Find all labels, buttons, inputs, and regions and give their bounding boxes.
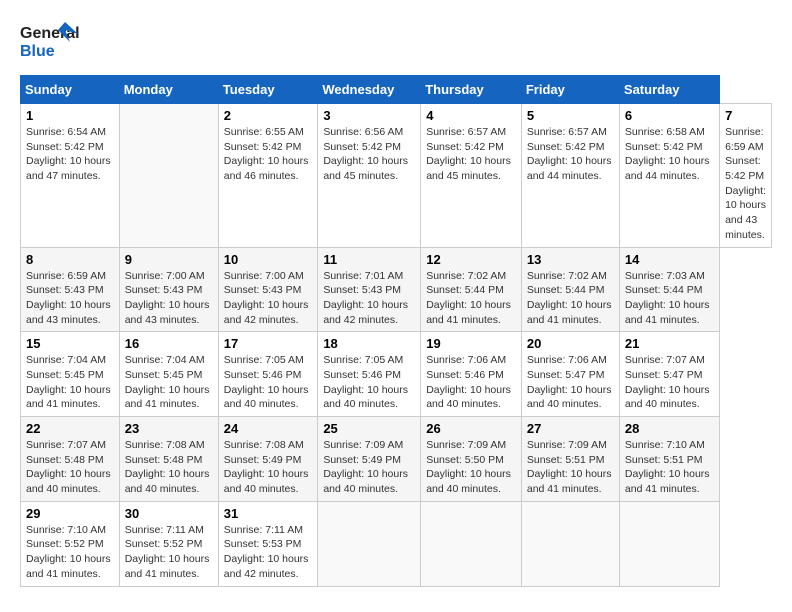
table-row [619,501,719,586]
table-row: 1Sunrise: 6:54 AM Sunset: 5:42 PM Daylig… [21,104,120,248]
page-header: GeneralBlue [20,20,772,65]
svg-text:Blue: Blue [20,43,55,60]
calendar-week-2: 8Sunrise: 6:59 AM Sunset: 5:43 PM Daylig… [21,247,772,332]
table-row: 10Sunrise: 7:00 AM Sunset: 5:43 PM Dayli… [218,247,318,332]
table-row: 15Sunrise: 7:04 AM Sunset: 5:45 PM Dayli… [21,332,120,417]
table-row: 14Sunrise: 7:03 AM Sunset: 5:44 PM Dayli… [619,247,719,332]
calendar-week-3: 15Sunrise: 7:04 AM Sunset: 5:45 PM Dayli… [21,332,772,417]
table-row: 4Sunrise: 6:57 AM Sunset: 5:42 PM Daylig… [421,104,522,248]
col-header-saturday: Saturday [619,76,719,104]
col-header-tuesday: Tuesday [218,76,318,104]
table-row: 5Sunrise: 6:57 AM Sunset: 5:42 PM Daylig… [521,104,619,248]
table-row [119,104,218,248]
table-row: 21Sunrise: 7:07 AM Sunset: 5:47 PM Dayli… [619,332,719,417]
table-row: 27Sunrise: 7:09 AM Sunset: 5:51 PM Dayli… [521,417,619,502]
calendar-table: SundayMondayTuesdayWednesdayThursdayFrid… [20,75,772,587]
table-row [421,501,522,586]
col-header-monday: Monday [119,76,218,104]
table-row: 16Sunrise: 7:04 AM Sunset: 5:45 PM Dayli… [119,332,218,417]
table-row: 17Sunrise: 7:05 AM Sunset: 5:46 PM Dayli… [218,332,318,417]
table-row: 25Sunrise: 7:09 AM Sunset: 5:49 PM Dayli… [318,417,421,502]
col-header-sunday: Sunday [21,76,120,104]
table-row: 9Sunrise: 7:00 AM Sunset: 5:43 PM Daylig… [119,247,218,332]
table-row: 26Sunrise: 7:09 AM Sunset: 5:50 PM Dayli… [421,417,522,502]
calendar-week-4: 22Sunrise: 7:07 AM Sunset: 5:48 PM Dayli… [21,417,772,502]
table-row: 3Sunrise: 6:56 AM Sunset: 5:42 PM Daylig… [318,104,421,248]
table-row: 24Sunrise: 7:08 AM Sunset: 5:49 PM Dayli… [218,417,318,502]
table-row: 13Sunrise: 7:02 AM Sunset: 5:44 PM Dayli… [521,247,619,332]
table-row: 29Sunrise: 7:10 AM Sunset: 5:52 PM Dayli… [21,501,120,586]
table-row: 22Sunrise: 7:07 AM Sunset: 5:48 PM Dayli… [21,417,120,502]
calendar-week-5: 29Sunrise: 7:10 AM Sunset: 5:52 PM Dayli… [21,501,772,586]
table-row: 28Sunrise: 7:10 AM Sunset: 5:51 PM Dayli… [619,417,719,502]
table-row: 18Sunrise: 7:05 AM Sunset: 5:46 PM Dayli… [318,332,421,417]
header-row: SundayMondayTuesdayWednesdayThursdayFrid… [21,76,772,104]
table-row: 19Sunrise: 7:06 AM Sunset: 5:46 PM Dayli… [421,332,522,417]
table-row: 12Sunrise: 7:02 AM Sunset: 5:44 PM Dayli… [421,247,522,332]
table-row: 20Sunrise: 7:06 AM Sunset: 5:47 PM Dayli… [521,332,619,417]
table-row: 11Sunrise: 7:01 AM Sunset: 5:43 PM Dayli… [318,247,421,332]
col-header-wednesday: Wednesday [318,76,421,104]
table-row: 23Sunrise: 7:08 AM Sunset: 5:48 PM Dayli… [119,417,218,502]
table-row: 6Sunrise: 6:58 AM Sunset: 5:42 PM Daylig… [619,104,719,248]
col-header-friday: Friday [521,76,619,104]
table-row [521,501,619,586]
logo: GeneralBlue [20,20,80,65]
table-row: 31Sunrise: 7:11 AM Sunset: 5:53 PM Dayli… [218,501,318,586]
table-row: 8Sunrise: 6:59 AM Sunset: 5:43 PM Daylig… [21,247,120,332]
calendar-week-1: 1Sunrise: 6:54 AM Sunset: 5:42 PM Daylig… [21,104,772,248]
col-header-thursday: Thursday [421,76,522,104]
table-row: 30Sunrise: 7:11 AM Sunset: 5:52 PM Dayli… [119,501,218,586]
table-row: 7Sunrise: 6:59 AM Sunset: 5:42 PM Daylig… [720,104,772,248]
table-row [318,501,421,586]
logo-icon: GeneralBlue [20,20,80,65]
table-row: 2Sunrise: 6:55 AM Sunset: 5:42 PM Daylig… [218,104,318,248]
